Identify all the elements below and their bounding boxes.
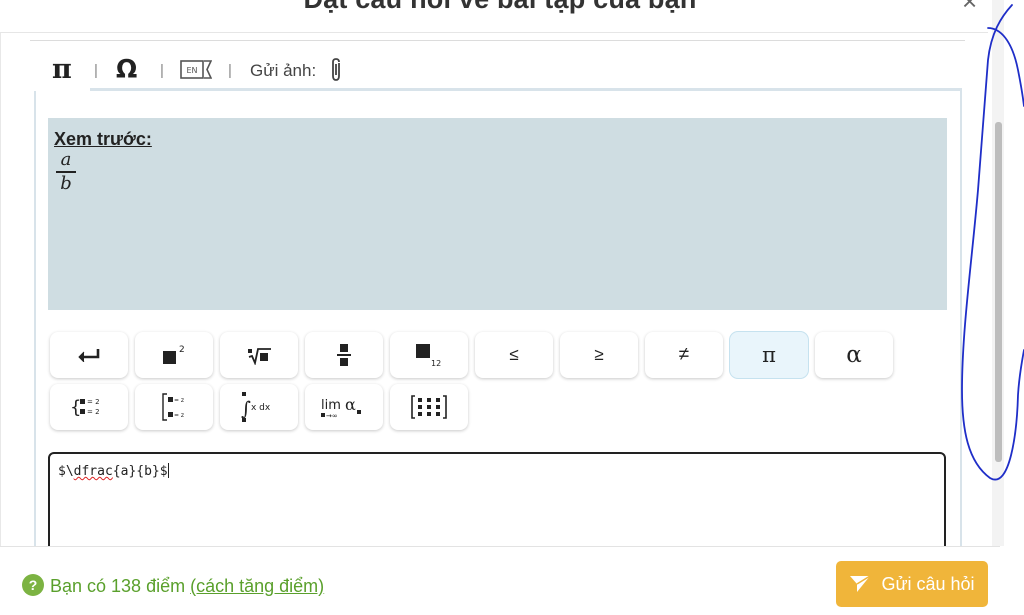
superscript-icon: 2 [163, 345, 185, 364]
modal-title: Đặt câu hỏi về bài tập của bạn [0, 0, 1000, 15]
alpha-button[interactable]: α [815, 332, 893, 378]
preview-label: Xem trước: [54, 129, 152, 149]
greater-equal-button[interactable]: ≥ [560, 332, 638, 378]
paperclip-icon[interactable] [328, 57, 344, 83]
submit-label: Gửi câu hỏi [881, 573, 975, 594]
less-equal-button[interactable]: ≤ [475, 332, 553, 378]
svg-text:{: { [70, 397, 81, 418]
enter-button[interactable] [50, 332, 128, 378]
nth-root-button[interactable] [220, 332, 298, 378]
active-tab-notch [34, 86, 90, 91]
fraction-icon [337, 344, 351, 366]
toolbar-separator: | [94, 62, 98, 79]
toolbar-separator: | [228, 62, 232, 79]
bracket-system-icon: = z = z [162, 393, 184, 421]
not-equal-button[interactable]: ≠ [645, 332, 723, 378]
svg-text:= z: = z [174, 397, 184, 404]
scrollbar-thumb[interactable] [995, 122, 1002, 462]
fraction-denominator: b [60, 172, 72, 194]
latex-input-value: $\dfrac{a}{b}$ [58, 463, 169, 479]
integral-icon: ∫ x dx [241, 392, 271, 422]
preview-area: Xem trước: a b [48, 118, 947, 310]
svg-text:∫: ∫ [241, 398, 251, 420]
lang-text: EN [186, 66, 197, 75]
text-caret [167, 463, 169, 478]
toolbar-divider [30, 40, 965, 41]
limit-icon: lim →∞ α [321, 395, 361, 420]
send-icon [850, 575, 871, 592]
fraction-numerator: a [60, 149, 72, 170]
subscript-button[interactable]: 12 [390, 332, 468, 378]
help-icon[interactable]: ? [22, 574, 44, 596]
spellcheck-word: dfrac [73, 464, 113, 479]
superscript-button[interactable]: 2 [135, 332, 213, 378]
symbols-tab-omega-icon[interactable]: Ω [116, 54, 137, 83]
subscript-icon: 12 [416, 344, 441, 368]
svg-text:= 2: = 2 [87, 408, 100, 416]
integral-button[interactable]: ∫ x dx [220, 384, 298, 430]
fraction-button[interactable] [305, 332, 383, 378]
modal-footer: ? Bạn có 138 điểm (cách tăng điểm) Gửi c… [0, 546, 1000, 615]
svg-text:12: 12 [431, 359, 441, 368]
editor-toolbar: π | Ω | EN | Gửi ảnh: [0, 40, 965, 90]
nth-root-icon [248, 348, 271, 365]
bracket-system-button[interactable]: = z = z [135, 384, 213, 430]
matrix-button[interactable] [390, 384, 468, 430]
points-help-link[interactable]: (cách tăng điểm) [190, 576, 324, 596]
modal-left-edge [0, 33, 1, 553]
pi-button[interactable]: π [730, 332, 808, 378]
preview-fraction: a b [56, 150, 76, 194]
svg-text:= z: = z [174, 412, 184, 419]
svg-text:2: 2 [179, 345, 185, 355]
points-text: Bạn có 138 điểm [50, 576, 186, 596]
english-keyboard-icon[interactable]: EN [180, 60, 212, 79]
svg-text:x dx: x dx [251, 403, 271, 413]
enter-icon [78, 349, 100, 362]
svg-text:→∞: →∞ [326, 412, 338, 420]
upload-image-label: Gửi ảnh: [250, 61, 317, 80]
header-divider [0, 32, 988, 33]
svg-text:α: α [345, 395, 356, 414]
limit-button[interactable]: lim →∞ α [305, 384, 383, 430]
points-info: Bạn có 138 điểm (cách tăng điểm) [50, 576, 324, 597]
equation-system-button[interactable]: { = 2 = 2 [50, 384, 128, 430]
svg-text:= 2: = 2 [87, 398, 100, 406]
equation-system-icon: { = 2 = 2 [70, 397, 100, 418]
math-tab-pi-icon[interactable]: π [52, 54, 72, 85]
submit-question-button[interactable]: Gửi câu hỏi [836, 561, 988, 607]
matrix-icon [411, 395, 447, 419]
close-icon[interactable]: × [962, 0, 977, 17]
svg-text:lim: lim [321, 398, 341, 413]
toolbar-separator: | [160, 62, 164, 79]
